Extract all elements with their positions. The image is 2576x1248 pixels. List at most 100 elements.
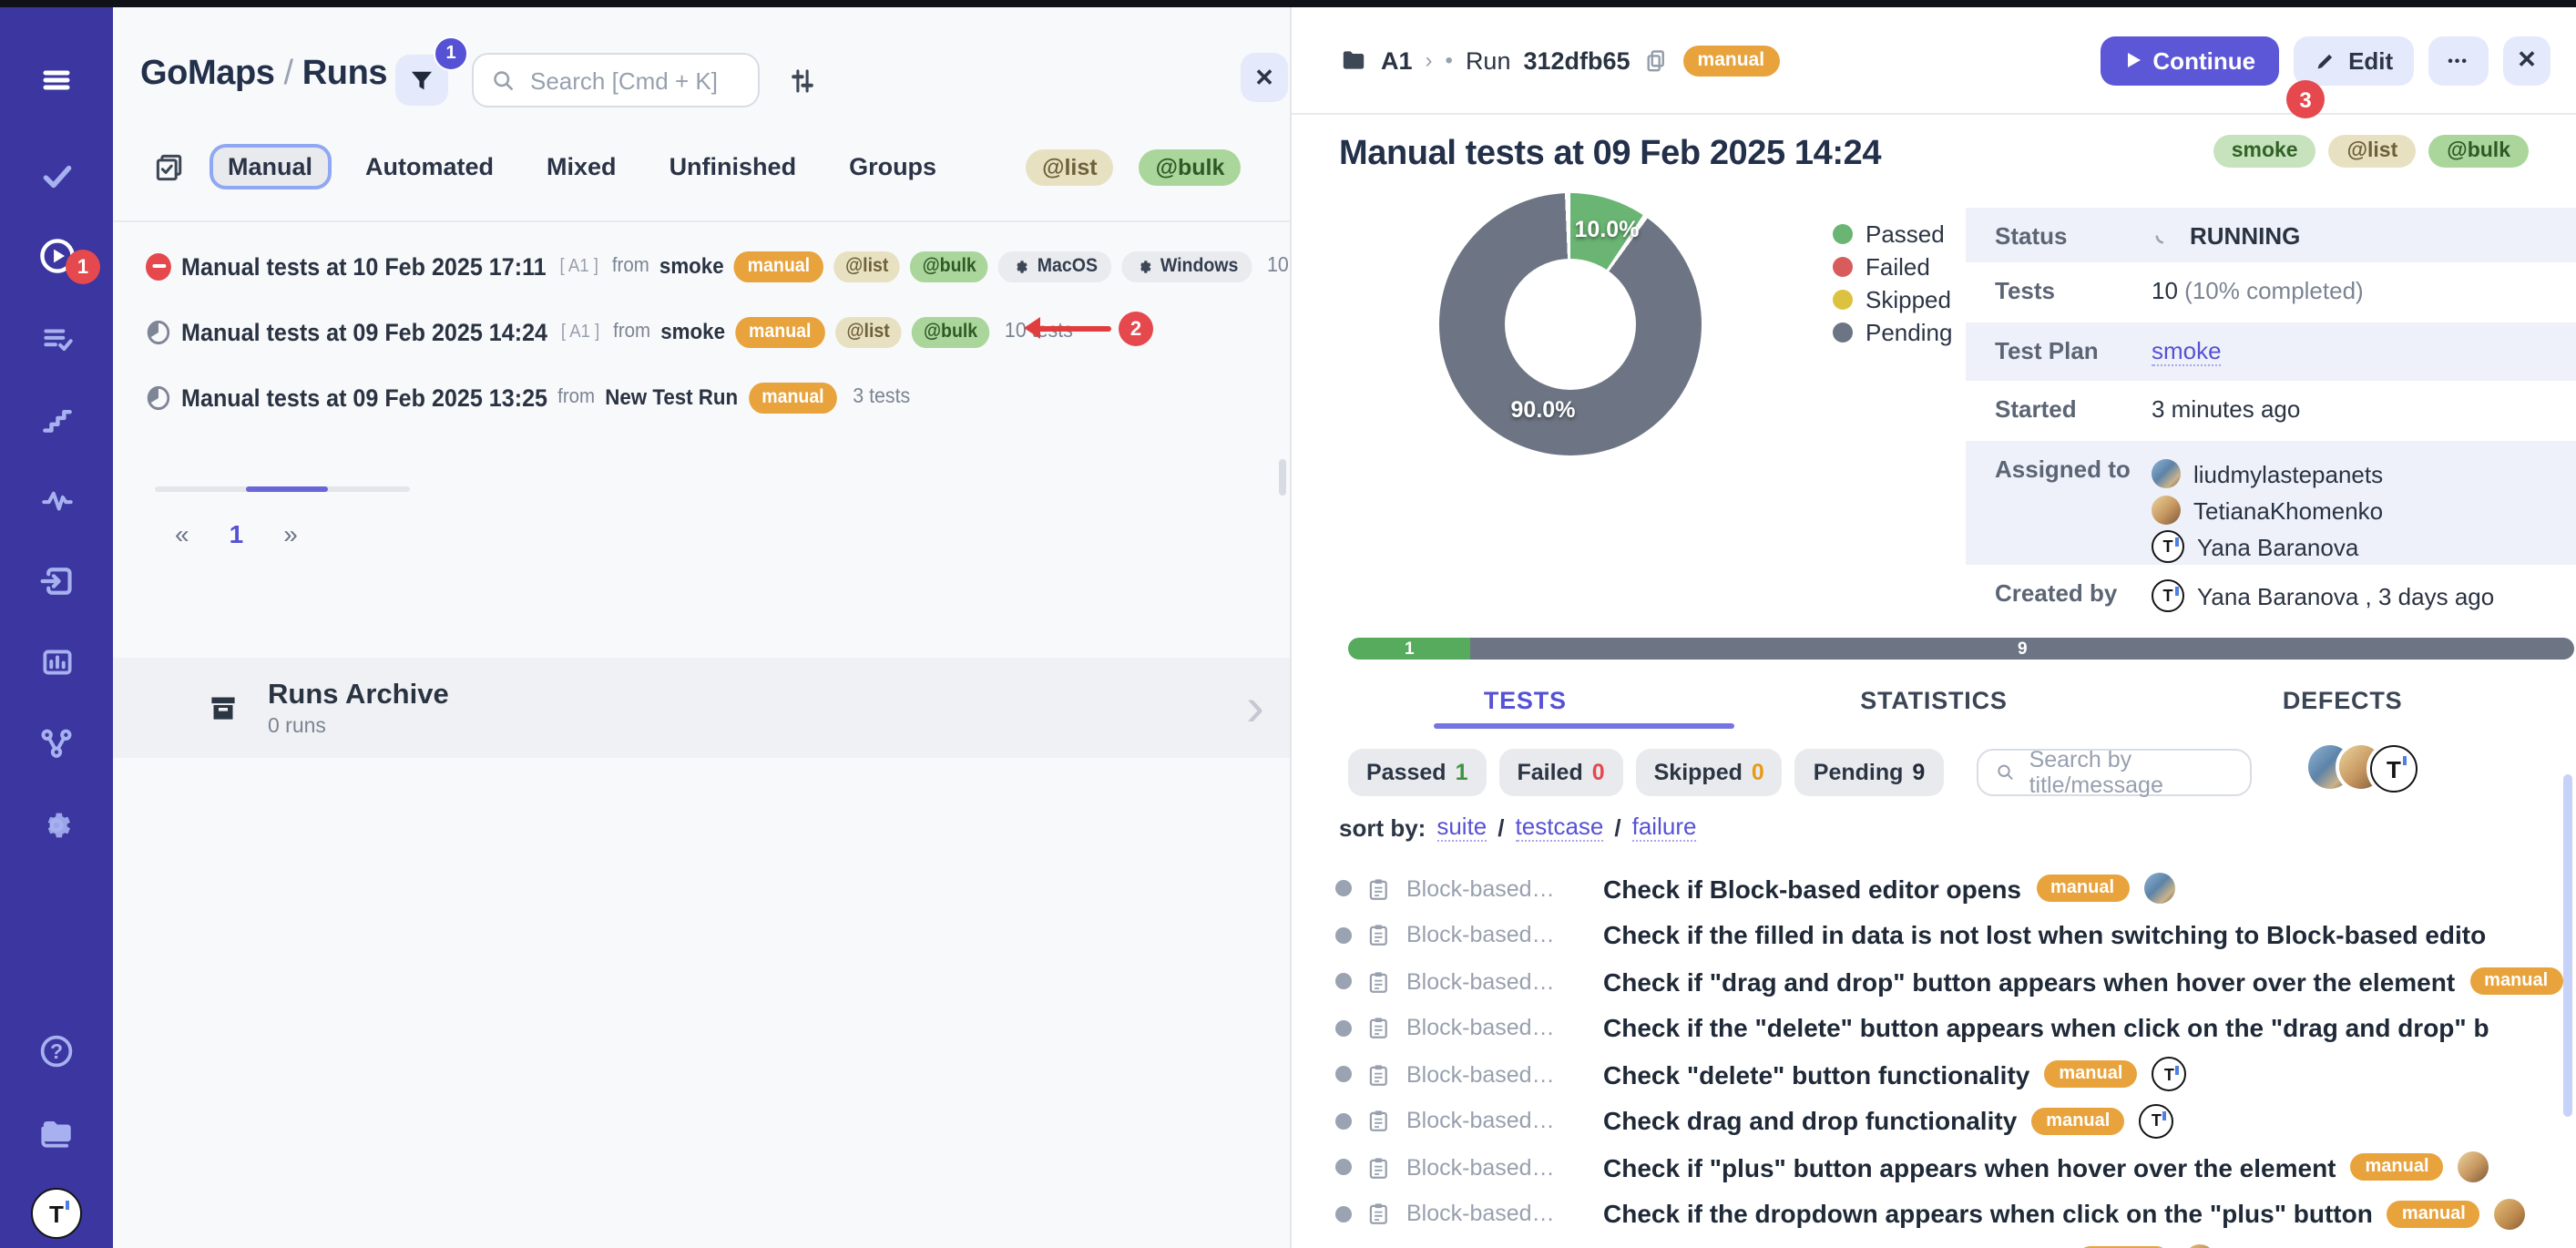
runs-play-icon[interactable]: 1 [0,228,113,282]
filter-pending[interactable]: Pending9 [1795,749,1944,796]
avatar-t-logo: T [2370,745,2418,793]
donut-label-pending: 90.0% [1488,397,1598,423]
assignee: liudmylastepanets [2152,455,2383,492]
progress-pending: 9 [1471,638,2574,660]
test-search-input[interactable]: Search by title/message [1977,749,2252,796]
test-case-icon [1366,1155,1392,1181]
avatar [2458,1152,2489,1183]
info-value: smoke [2152,337,2222,364]
filter-passed[interactable]: Passed1 [1348,749,1486,796]
run-list-item[interactable]: Manual tests at 10 Feb 2025 17:11[ A1 ]f… [146,246,1292,286]
page-current[interactable]: 1 [230,519,244,548]
help-icon[interactable]: ? [0,1024,113,1079]
profile-avatar[interactable]: T [0,1186,113,1241]
filter-failed[interactable]: Failed0 [1498,749,1622,796]
avatar-t-logo: T [2152,579,2184,612]
test-title: Check if the dropdown appears when click… [1603,1200,2373,1229]
info-value: RUNNING [2152,222,2300,250]
annotation-arrow [1038,326,1111,332]
run-tag-list[interactable]: @list [2329,135,2417,168]
filter-skipped[interactable]: Skipped0 [1636,749,1783,796]
runs-archive-card[interactable]: Runs Archive 0 runs › [113,658,1290,758]
test-row[interactable]: Block-based…Check if "plus" button appea… [1292,1144,2576,1191]
documents-folder-icon[interactable] [0,1104,113,1159]
search-input[interactable]: Search [Cmd + K] [472,53,760,107]
legend-item: Pending [1833,315,1952,348]
integrations-branch-icon[interactable] [0,716,113,771]
bulk-select-icon[interactable] [153,150,186,183]
suite-name: Block-based… [1406,1016,1589,1041]
test-row[interactable]: Block-based…Check drag and drop function… [1292,1098,2576,1144]
tab-statistics[interactable]: STATISTICS [1730,687,2139,714]
run-list-item[interactable]: Manual tests at 09 Feb 2025 13:25fromNew… [146,377,910,417]
settings-gear-icon[interactable] [0,798,113,853]
info-value: 10 (10% completed) [2152,277,2364,304]
test-row[interactable]: Block-based…Check if the dropdown appear… [1292,1191,2576,1237]
sort-by-testcase[interactable]: testcase [1516,813,1604,842]
top-black-bar [0,0,2576,7]
run-list-item[interactable]: Manual tests at 09 Feb 2025 14:24[ A1 ]f… [146,312,1073,352]
tab-automated[interactable]: Automated [347,144,512,189]
tests-scrollbar-thumb[interactable] [2563,774,2572,1117]
run-source: smoke [660,319,725,344]
activity-pulse-icon[interactable] [0,472,113,527]
legend-item: Passed [1833,217,1952,250]
test-row[interactable]: Block-based…Check "delete" button functi… [1292,1051,2576,1098]
steps-icon[interactable] [0,392,113,446]
search-placeholder: Search [Cmd + K] [530,66,718,94]
run-title-row: Manual tests at 09 Feb 2025 14:24 smoke @… [1339,135,2529,175]
page-next[interactable]: » [283,519,298,548]
sort-by-failure[interactable]: failure [1632,813,1697,842]
run-tag-bulk[interactable]: @bulk [2428,135,2529,168]
menu-icon[interactable] [0,53,113,107]
play-icon [2123,51,2142,69]
mini-scrollbar-thumb[interactable] [246,486,328,492]
tab-defects[interactable]: DEFECTS [2138,687,2547,714]
tag-filter-list[interactable]: @list [1026,148,1114,185]
tab-tests[interactable]: TESTS [1321,687,1730,714]
annotation-arrow-head [1024,317,1040,339]
page-title: Runs [302,55,387,93]
breadcrumb-separator: › [1426,47,1433,73]
assignee: TYana Baranova [2152,528,2383,565]
reports-icon[interactable] [0,634,113,689]
page-prev[interactable]: « [175,519,189,548]
test-row[interactable]: Block-based…Check if the "delete" button… [1292,1005,2576,1051]
edit-button[interactable]: Edit [2294,36,2413,85]
avatar [2152,459,2181,488]
test-row[interactable]: Block-based…Check if Block-based editor … [1292,865,2576,912]
test-cases-icon[interactable] [0,312,113,366]
close-run-panel-button[interactable]: ✕ [2503,36,2550,85]
stopped-status-icon [146,252,171,280]
tab-groups[interactable]: Groups [831,144,955,189]
run-badge: @bulk [912,316,989,347]
test-row[interactable]: Block-based…Check if "drag and drop" but… [1292,958,2576,1005]
more-button[interactable]: ••• [2428,36,2489,85]
tab-manual[interactable]: Manual [210,144,331,189]
close-left-panel-button[interactable]: ✕ [1241,53,1288,102]
sort-by-suite[interactable]: suite [1436,813,1487,842]
tab-unfinished[interactable]: Unfinished [651,144,815,189]
run-tag-smoke[interactable]: smoke [2213,135,2316,168]
copy-icon[interactable] [1643,46,1671,74]
assignee-avatar-stack[interactable]: T [2308,745,2418,793]
left-scrollbar-thumb[interactable] [1279,459,1286,496]
test-row[interactable]: Block-based…manual [1292,1237,2576,1248]
tasks-check-icon[interactable] [0,148,113,202]
run-source: smoke [659,253,724,279]
project-code[interactable]: A1 [1381,46,1413,74]
run-title: Manual tests at 09 Feb 2025 14:24 [1339,135,1881,175]
archive-title: Runs Archive [268,679,449,711]
suite-name: Block-based… [1406,1062,1589,1088]
mini-scrollbar-track[interactable] [155,486,410,492]
continue-button[interactable]: Continue [2100,36,2279,85]
tab-mixed[interactable]: Mixed [528,144,635,189]
tag-filter-bulk[interactable]: @bulk [1140,148,1242,185]
run-title: Manual tests at 09 Feb 2025 14:24 [181,318,547,345]
test-plan-link[interactable]: smoke [2152,337,2222,366]
avatar-t-logo: T [2152,1058,2186,1092]
test-row[interactable]: Block-based…Check if the filled in data … [1292,912,2576,958]
import-icon[interactable] [0,554,113,609]
avatar [2143,874,2174,905]
tune-filters-button[interactable] [780,58,823,102]
